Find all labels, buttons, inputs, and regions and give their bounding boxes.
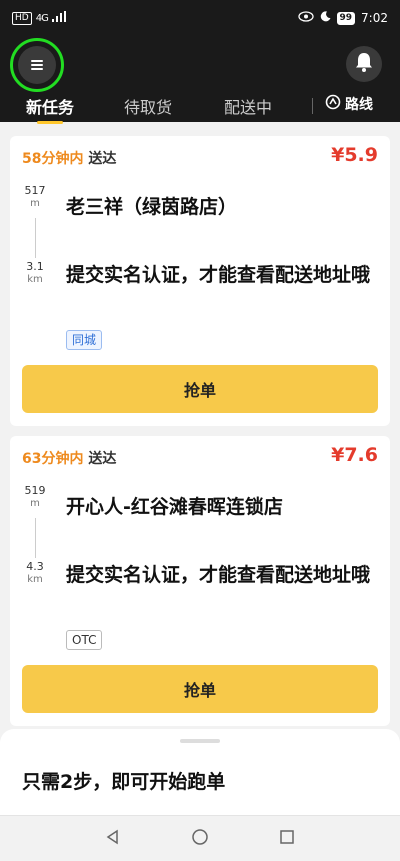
status-bar: HD 4G 99 7:02 xyxy=(0,0,400,36)
distance-track: 519 m 4.3 km xyxy=(22,484,48,594)
order-tag: OTC xyxy=(66,630,103,650)
route-button[interactable]: 路线 xyxy=(325,94,373,114)
pickup-distance-unit: m xyxy=(30,198,40,209)
order-tag: 同城 xyxy=(66,330,103,350)
battery-level: 99 xyxy=(336,11,356,25)
delivery-distance-value: 3.1 xyxy=(26,260,44,273)
route-label: 路线 xyxy=(345,97,373,113)
eta-minutes: 58分钟内 xyxy=(22,151,84,167)
address-note: 提交实名认证，才能查看配送地址哦 xyxy=(66,564,371,586)
sheet-title: 只需2步，即可开始跑单 xyxy=(22,771,226,793)
menu-button[interactable] xyxy=(10,38,64,92)
bell-icon xyxy=(355,52,373,76)
distance-track: 517 m 3.1 km xyxy=(22,184,48,294)
recents-icon[interactable] xyxy=(279,829,295,849)
eta-text: 63分钟内 送达 xyxy=(22,448,116,468)
grab-order-button[interactable]: 抢单 xyxy=(22,665,378,713)
hamburger-icon xyxy=(31,60,43,70)
onboarding-sheet[interactable]: 只需2步，即可开始跑单 xyxy=(0,729,400,815)
tab-divider xyxy=(312,98,313,114)
delivery-distance: 4.3 km xyxy=(22,560,48,586)
tab-delivering[interactable]: 配送中 xyxy=(224,94,272,118)
eta-suffix: 送达 xyxy=(88,151,117,167)
status-right: 99 7:02 xyxy=(297,11,388,25)
app-header: 新任务 待取货 配送中 路线 xyxy=(0,36,400,122)
status-left: HD 4G xyxy=(12,11,66,25)
eta-suffix: 送达 xyxy=(88,451,117,467)
task-tabs: 新任务 待取货 配送中 路线 xyxy=(0,94,400,120)
delivery-distance-value: 4.3 xyxy=(26,560,44,573)
order-card[interactable]: 63分钟内 送达 ¥7.6 519 m 4.3 km 开心人-红谷滩春晖连锁店 … xyxy=(10,436,390,726)
tab-to-pickup[interactable]: 待取货 xyxy=(124,94,172,118)
pickup-distance-unit: m xyxy=(30,498,40,509)
shop-name: 老三祥（绿茵路店） xyxy=(66,196,238,218)
address-note: 提交实名认证，才能查看配送地址哦 xyxy=(66,264,371,286)
pickup-distance-value: 519 xyxy=(24,484,46,497)
order-price: ¥7.6 xyxy=(331,444,378,466)
route-icon xyxy=(325,94,341,114)
notification-button[interactable] xyxy=(346,46,382,82)
delivery-distance-unit: km xyxy=(27,574,43,585)
system-nav-bar xyxy=(0,815,400,861)
pickup-distance-value: 517 xyxy=(24,184,46,197)
grab-order-button[interactable]: 抢单 xyxy=(22,365,378,413)
track-line xyxy=(35,518,36,558)
order-price: ¥5.9 xyxy=(331,144,378,166)
eta-text: 58分钟内 送达 xyxy=(22,148,116,168)
eye-icon xyxy=(297,11,314,25)
track-line xyxy=(35,218,36,258)
home-icon[interactable] xyxy=(191,828,209,850)
eta-minutes: 63分钟内 xyxy=(22,451,84,467)
sheet-drag-handle[interactable] xyxy=(180,739,220,743)
delivery-distance: 3.1 km xyxy=(22,260,48,286)
clock-time: 7:02 xyxy=(361,11,388,25)
hd-badge: HD xyxy=(12,11,32,25)
network-label: 4G xyxy=(35,12,49,24)
signal-icon xyxy=(51,11,66,25)
pickup-distance: 519 m xyxy=(22,484,48,510)
tab-new-tasks[interactable]: 新任务 xyxy=(26,94,74,118)
shop-name: 开心人-红谷滩春晖连锁店 xyxy=(66,496,283,518)
order-card[interactable]: 58分钟内 送达 ¥5.9 517 m 3.1 km 老三祥（绿茵路店） 提交实… xyxy=(10,136,390,426)
back-icon[interactable] xyxy=(105,829,121,849)
moon-icon xyxy=(320,11,331,25)
delivery-distance-unit: km xyxy=(27,274,43,285)
pickup-distance: 517 m xyxy=(22,184,48,210)
